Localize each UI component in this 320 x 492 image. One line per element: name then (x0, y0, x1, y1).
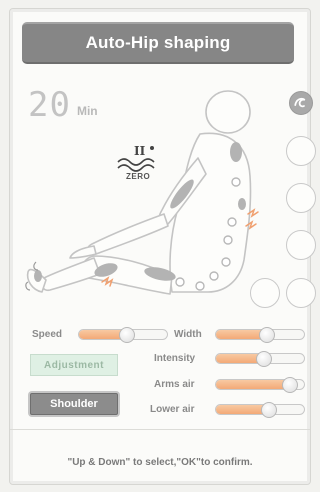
lower-air-slider[interactable] (215, 402, 305, 418)
width-label: Width (174, 329, 202, 340)
lower-air-slider-knob[interactable] (260, 402, 277, 418)
node-2 (227, 217, 237, 227)
indicator-circle-2 (286, 136, 316, 166)
lower-leg (40, 257, 101, 292)
zone-foot (34, 270, 42, 282)
wave-mode-icon[interactable] (289, 91, 313, 115)
intensity-slider[interactable] (215, 351, 305, 367)
zone-neck (230, 142, 242, 162)
zero-label: ZERO (126, 172, 151, 181)
program-title: Auto-Hip shaping (22, 22, 294, 64)
speed-slider[interactable] (78, 327, 168, 343)
lower-air-label: Lower air (150, 404, 195, 415)
zone-back (238, 198, 246, 210)
speed-slider-knob[interactable] (118, 327, 135, 343)
intensity-label: Intensity (154, 353, 196, 364)
node-6 (195, 281, 205, 291)
shoulder-button[interactable]: Shoulder (30, 393, 118, 415)
speed-label: Speed (32, 329, 63, 340)
body-figure (25, 90, 259, 295)
indicator-circle-3 (286, 183, 316, 213)
head (205, 90, 251, 134)
forearm (86, 213, 169, 256)
arms-air-label: Arms air (154, 379, 195, 390)
zero-numeral: II (134, 144, 146, 158)
node-5 (209, 271, 219, 281)
footer-instructions: "Up & Down" to select,"OK"to confirm. (67, 457, 253, 468)
divider (10, 429, 310, 430)
adjustment-button[interactable]: Adjustment (30, 354, 118, 376)
indicator-circle-5 (250, 278, 280, 308)
node-4 (221, 257, 231, 267)
width-slider[interactable] (215, 327, 305, 343)
indicator-circle-6 (286, 278, 316, 308)
arms-air-slider[interactable] (215, 377, 305, 393)
intensity-slider-knob[interactable] (255, 351, 272, 367)
node-7 (175, 277, 185, 287)
node-3 (223, 235, 233, 245)
indicator-circle-4 (286, 230, 316, 260)
node-1 (231, 177, 241, 187)
arms-air-slider-fill (216, 380, 291, 389)
